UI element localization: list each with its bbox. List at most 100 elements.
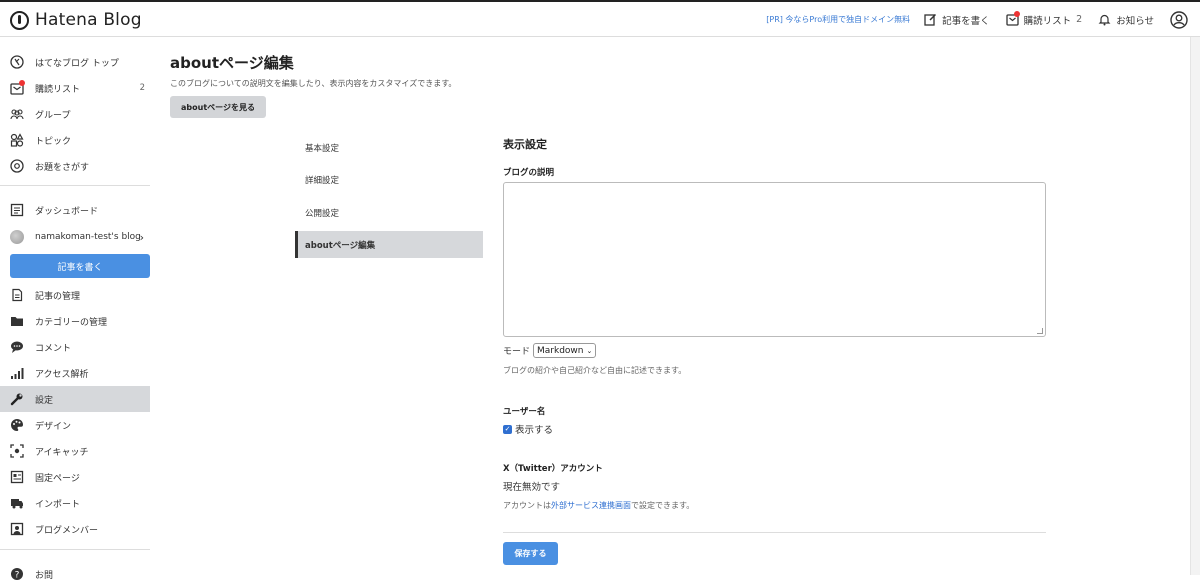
twitter-status: 現在無効です: [503, 482, 561, 493]
sidebar-item-dashboard[interactable]: ダッシュボード: [0, 197, 150, 223]
note-prefix: アカウントは: [503, 501, 551, 510]
sidebar-divider: [0, 549, 150, 550]
page-scrollbar[interactable]: [1190, 37, 1200, 575]
logo-text: Hatena Blog: [35, 10, 142, 30]
username-checkbox-label: 表示する: [515, 425, 554, 436]
note-suffix: で設定できます。: [631, 501, 695, 510]
sidebar-item-fixed-page[interactable]: 固定ページ: [0, 464, 150, 490]
pr-link[interactable]: [PR] 今ならPro利用で独自ドメイン無料: [766, 14, 910, 25]
image-icon: [10, 444, 24, 458]
sidebar-item-label: インポート: [35, 499, 81, 510]
notifications-link[interactable]: お知らせ: [1098, 13, 1154, 27]
sidebar-item-comment[interactable]: コメント: [0, 334, 150, 360]
chart-icon: [10, 366, 24, 380]
resize-handle[interactable]: [1037, 328, 1043, 334]
truck-icon: [10, 496, 24, 510]
sidebar-item-group[interactable]: グループ: [0, 101, 150, 127]
tab-publish-settings[interactable]: 公開設定: [295, 199, 483, 226]
folder-icon: [10, 314, 24, 328]
sidebar-item-label: アイキャッチ: [35, 447, 89, 458]
section-title: 表示設定: [503, 138, 547, 151]
sidebar-item-label: グループ: [35, 110, 71, 121]
hatena-icon: [10, 55, 24, 69]
mode-select-value: Markdown: [537, 345, 584, 356]
mode-row: モード Markdown ⌄: [503, 343, 597, 358]
sidebar-item-label: はてなブログ トップ: [35, 58, 119, 69]
members-icon: [10, 522, 24, 536]
write-article-label: 記事を書く: [942, 15, 990, 27]
mode-select[interactable]: Markdown ⌄: [533, 343, 597, 358]
twitter-account-note: アカウントは外部サービス連携画面で設定できます。: [503, 500, 694, 511]
hatena-blog-logo[interactable]: Hatena Blog: [10, 10, 142, 30]
subscriptions-count: 2: [1076, 14, 1083, 25]
form-divider: [503, 532, 1046, 533]
sidebar-item-settings[interactable]: 設定: [0, 386, 150, 412]
group-icon: [10, 107, 24, 121]
page-icon: [10, 470, 24, 484]
write-article-button[interactable]: 記事を書く: [10, 254, 150, 278]
sidebar-item-label: 購読リスト: [35, 84, 81, 95]
sidebar-item-label: お問: [35, 570, 54, 581]
topic-icon: [10, 133, 24, 147]
chevron-right-icon: ›: [139, 230, 144, 244]
sidebar-item-design[interactable]: デザイン: [0, 412, 150, 438]
notifications-label: お知らせ: [1116, 15, 1154, 27]
view-about-page-button[interactable]: aboutページを見る: [170, 96, 266, 118]
sidebar-item-label: 固定ページ: [35, 473, 80, 484]
sidebar-item-label: 設定: [35, 395, 54, 406]
twitter-account-label: X（Twitter）アカウント: [503, 464, 603, 474]
mode-label: モード: [503, 347, 531, 357]
user-avatar-icon[interactable]: [1170, 10, 1188, 29]
edit-icon: [924, 13, 937, 26]
sidebar-item-article-management[interactable]: 記事の管理: [0, 282, 150, 308]
sidebar-item-label: コメント: [35, 343, 72, 354]
blog-description-textarea[interactable]: [503, 182, 1046, 337]
sidebar-item-blog[interactable]: namakoman-test's blog ›: [0, 224, 150, 250]
theme-icon: [10, 159, 24, 173]
sidebar-item-topic[interactable]: トピック: [0, 127, 150, 153]
blog-avatar: [10, 230, 24, 244]
page-description: このブログについての説明文を編集したり、表示内容をカスタマイズできます。: [170, 79, 457, 88]
hatena-logo-icon: [10, 10, 29, 30]
subscription-icon: [10, 80, 25, 95]
username-checkbox-row[interactable]: ✓ 表示する: [503, 422, 553, 436]
sidebar-item-access-analysis[interactable]: アクセス解析: [0, 360, 150, 386]
sidebar-item-label: ダッシュボード: [35, 206, 99, 217]
sidebar-item-theme[interactable]: お題をさがす: [0, 153, 150, 179]
write-article-link[interactable]: 記事を書く: [924, 13, 990, 27]
document-icon: [10, 288, 24, 302]
sidebar-item-blog-members[interactable]: ブログメンバー: [0, 516, 150, 542]
sidebar-item-eyecatch[interactable]: アイキャッチ: [0, 438, 150, 464]
external-service-link[interactable]: 外部サービス連携画面: [551, 501, 631, 510]
wrench-icon: [10, 392, 24, 406]
sidebar-divider: [0, 185, 150, 186]
sidebar-item-label: ブログメンバー: [35, 525, 99, 536]
comment-icon: [10, 340, 24, 354]
sidebar-item-import[interactable]: インポート: [0, 490, 150, 516]
save-button[interactable]: 保存する: [503, 542, 558, 565]
sidebar-item-label: カテゴリーの管理: [35, 317, 108, 328]
palette-icon: [10, 418, 24, 432]
help-icon: ?: [10, 567, 24, 581]
sidebar-item-label: 記事の管理: [35, 291, 81, 302]
sidebar-item-label: namakoman-test's blog: [35, 232, 141, 242]
top-bar: Hatena Blog [PR] 今ならPro利用で独自ドメイン無料 記事を書く…: [0, 0, 1200, 37]
sidebar-item-subscriptions[interactable]: 購読リスト 2: [0, 75, 150, 101]
description-hint: ブログの紹介や自己紹介など自由に記述できます。: [503, 366, 687, 375]
bell-icon: [1098, 14, 1111, 26]
subscriptions-label: 購読リスト: [1023, 15, 1072, 27]
tab-detail-settings[interactable]: 詳細設定: [295, 166, 483, 193]
sidebar-item-category-management[interactable]: カテゴリーの管理: [0, 308, 150, 334]
check-icon[interactable]: ✓: [503, 424, 512, 434]
subscriptions-count: 2: [139, 83, 145, 93]
subscriptions-link[interactable]: 購読リスト 2: [1005, 10, 1083, 27]
tab-about-page-edit[interactable]: aboutページ編集: [295, 231, 483, 258]
chevron-down-icon: ⌄: [586, 346, 593, 355]
sidebar-item-label: トピック: [35, 136, 72, 147]
tab-basic-settings[interactable]: 基本設定: [295, 134, 483, 161]
sidebar-item-hatena-blog-top[interactable]: はてなブログ トップ: [0, 49, 150, 75]
sidebar-item-help[interactable]: ? お問: [0, 561, 150, 587]
dashboard-icon: [10, 203, 24, 217]
blog-description-label: ブログの説明: [503, 168, 555, 178]
sidebar: はてなブログ トップ 購読リスト 2 グループ トピック お題をさがす ダッシュ…: [0, 37, 150, 581]
